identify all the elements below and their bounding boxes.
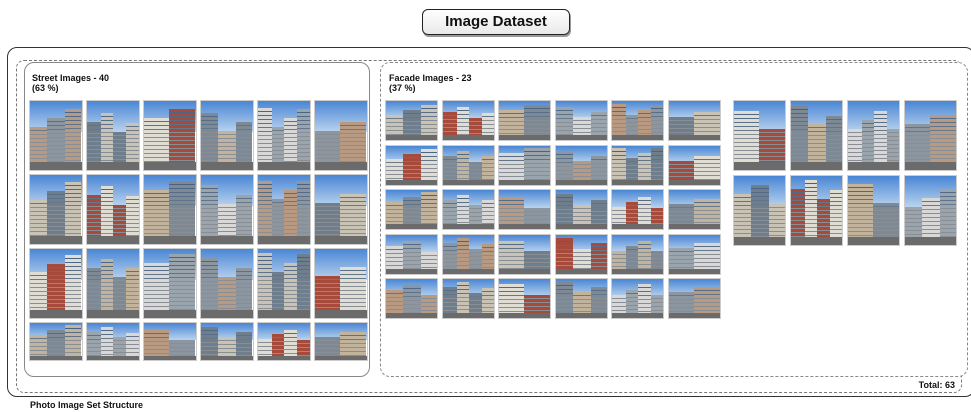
street-image-thumbnail[interactable] [315,323,367,360]
facade-images-title: Facade Images - 23 (37 %) [389,73,472,93]
street-image-thumbnail[interactable] [144,249,196,318]
facade-image-thumbnail[interactable] [442,190,494,229]
street-image-thumbnail[interactable] [315,101,367,170]
facade-image-thumbnail[interactable] [905,101,956,170]
facade-image-thumbnail[interactable] [848,176,899,245]
facade-image-thumbnail[interactable] [499,101,550,140]
facade-image-thumbnail[interactable] [612,279,663,318]
street-image-thumbnail[interactable] [201,101,253,170]
facade-image-thumbnail[interactable] [848,101,899,170]
facade-image-thumbnail[interactable] [612,145,663,185]
facade-image-thumbnail[interactable] [555,190,607,229]
facade-image-thumbnail[interactable] [668,101,720,140]
facade-image-thumbnail[interactable] [442,101,494,140]
street-image-thumbnail[interactable] [87,175,139,244]
facade-image-thumbnail[interactable] [734,176,785,245]
total-count: Total: 63 [918,380,955,390]
street-images-percent: (63 %) [32,83,59,93]
facade-image-thumbnail[interactable] [555,101,607,140]
facade-image-thumbnail[interactable] [442,145,494,185]
street-image-thumbnail[interactable] [258,249,310,318]
facade-image-thumbnail[interactable] [499,279,550,318]
facade-images-label: Facade Images - 23 [389,73,472,83]
facade-image-thumbnail[interactable] [734,101,785,170]
street-image-thumbnail[interactable] [87,323,139,360]
street-image-thumbnail[interactable] [258,175,310,244]
facade-image-thumbnail[interactable] [905,176,956,245]
facade-image-thumbnail[interactable] [442,279,494,318]
facade-image-thumbnail[interactable] [791,176,842,245]
street-image-thumbnail[interactable] [144,323,196,360]
facade-image-thumbnail[interactable] [499,145,550,185]
facade-image-thumbnail[interactable] [555,279,607,318]
figure-caption: Photo Image Set Structure [30,400,144,410]
facade-image-thumbnail[interactable] [499,234,550,274]
street-image-thumbnail[interactable] [201,323,253,360]
street-image-thumbnail[interactable] [144,175,196,244]
street-image-thumbnail[interactable] [30,323,82,360]
facade-images-percent: (37 %) [389,83,416,93]
facade-image-thumbnail[interactable] [555,234,607,274]
street-image-thumbnail[interactable] [201,175,253,244]
street-image-thumbnail[interactable] [30,175,82,244]
facade-image-thumbnail[interactable] [386,234,437,274]
street-image-thumbnail[interactable] [87,101,139,170]
facade-image-thumbnail[interactable] [791,101,842,170]
facade-image-thumbnail[interactable] [499,190,550,229]
street-image-thumbnail[interactable] [201,249,253,318]
facade-image-thumbnail[interactable] [668,234,720,274]
street-image-thumbnail[interactable] [30,249,82,318]
facade-image-thumbnail[interactable] [612,101,663,140]
facade-image-thumbnail[interactable] [668,145,720,185]
facade-image-thumbnail[interactable] [668,279,720,318]
street-images-title: Street Images - 40 (63 %) [32,73,109,93]
facade-image-thumbnail[interactable] [555,145,607,185]
facade-image-thumbnail[interactable] [612,234,663,274]
facade-image-thumbnail[interactable] [386,145,437,185]
facade-image-thumbnail[interactable] [668,190,720,229]
street-image-thumbnail[interactable] [315,249,367,318]
facade-image-thumbnail[interactable] [612,190,663,229]
dataset-title-button[interactable]: Image Dataset [422,9,570,35]
facade-image-thumbnail[interactable] [386,279,437,318]
street-image-thumbnail[interactable] [315,175,367,244]
street-image-thumbnail[interactable] [144,101,196,170]
facade-image-thumbnail[interactable] [386,101,437,140]
facade-image-thumbnail[interactable] [442,234,494,274]
street-image-thumbnail[interactable] [258,323,310,360]
street-image-thumbnail[interactable] [30,101,82,170]
street-image-thumbnail[interactable] [87,249,139,318]
street-image-thumbnail[interactable] [258,101,310,170]
street-images-label: Street Images - 40 [32,73,110,83]
facade-image-thumbnail[interactable] [386,190,437,229]
